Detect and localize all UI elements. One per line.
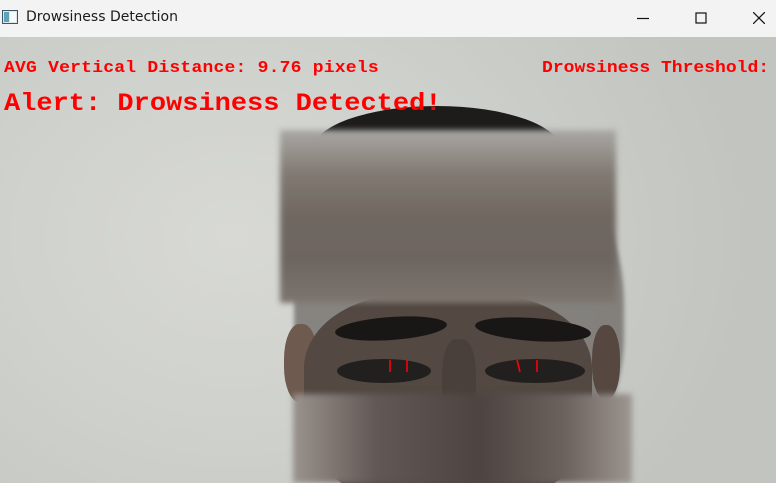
close-button[interactable]	[730, 0, 776, 36]
window-title: Drowsiness Detection	[26, 9, 178, 25]
minimize-icon	[637, 17, 649, 20]
right-eye	[485, 359, 585, 383]
minimize-button[interactable]	[614, 0, 672, 36]
person-right-ear	[592, 325, 620, 399]
privacy-blur-bottom	[293, 394, 632, 483]
left-eye	[337, 359, 431, 383]
window-title-bar[interactable]: Drowsiness Detection	[0, 0, 776, 37]
average-vertical-distance-text: AVG Vertical Distance: 9.76 pixels	[4, 59, 379, 78]
maximize-icon	[695, 12, 707, 24]
app-window-icon	[2, 10, 18, 24]
drowsiness-alert-text: Alert: Drowsiness Detected!	[4, 89, 442, 118]
maximize-button[interactable]	[672, 0, 730, 36]
close-icon	[753, 12, 765, 24]
camera-feed: AVG Vertical Distance: 9.76 pixels Drows…	[0, 37, 776, 483]
drowsiness-threshold-text: Drowsiness Threshold: 1	[542, 59, 776, 78]
privacy-blur-top	[280, 130, 616, 303]
